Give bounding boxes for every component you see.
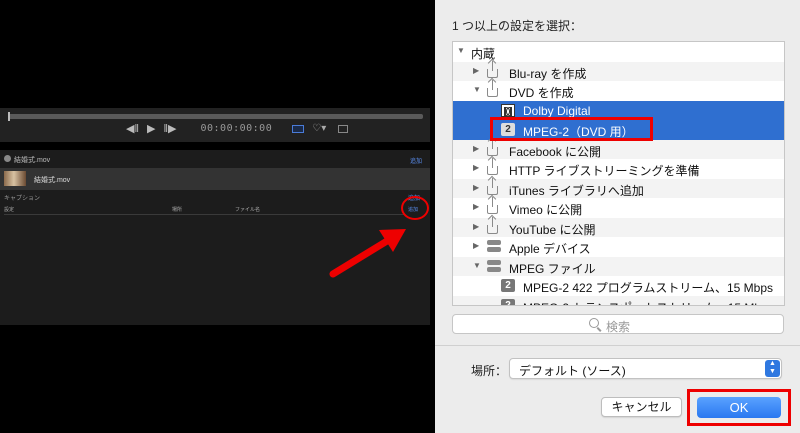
display-icon[interactable] [338,124,349,133]
caption-label: キャプション [4,196,41,202]
disclosure-open-icon[interactable]: ▼ [457,46,465,55]
sheet-title: 1 つ以上の設定を選択： [452,19,583,33]
mpeg2-callout-box [490,117,653,141]
tree-row-label: Apple デバイス [509,242,591,256]
disclosure-open-icon[interactable]: ▼ [473,261,481,270]
tree-row[interactable]: ▶ Apple デバイス [453,237,784,257]
settings-sheet: 1 つ以上の設定を選択： ▼ 内蔵 ▶ Blu-ray を作成 ▼ DVD を作成 Dolb… [435,0,800,433]
search-field[interactable]: 検索 [452,314,784,334]
tree-row-label: iTunes ライブラリへ追加 [509,183,644,198]
column-filename: ファイル名 [235,207,261,213]
transport-controls: ◀‖ ▶ ‖▶ 00:00:00:00 ♡▾ [126,122,349,135]
disclosure-closed-icon[interactable]: ▶ [473,163,479,172]
location-label: 場所： [471,364,508,378]
tree-row[interactable]: 2 MPEG-2 トランスポートストリーム、15 Mbps [453,295,784,306]
compressor-window: ◀‖ ▶ ‖▶ 00:00:00:00 ♡▾ 結婚式.mov 追加 結婚式.mo… [0,0,435,433]
column-settings: 設定 [4,207,15,213]
location-select[interactable]: デフォルト (ソース) ▲ ▼ [509,358,782,379]
favorite-icon[interactable]: ♡▾ [312,123,326,134]
callout-circle [401,196,429,220]
device-icon [487,240,501,252]
tree-row-label: HTTP ライブストリーミングを準備 [509,164,700,178]
location-value: デフォルト (ソース) [519,364,626,378]
tree-row[interactable]: ▶ Facebook に公開 [453,138,784,159]
tree-row[interactable]: ▼ 内蔵 [453,42,784,62]
share-icon [487,177,498,195]
tree-row-label: Blu-ray を作成 [509,66,587,81]
tree-row-label: Dolby Digital [523,103,591,118]
tree-row[interactable]: ▶ Blu-ray を作成 [453,60,784,81]
disclosure-closed-icon[interactable]: ▶ [473,222,479,231]
divider [4,214,404,215]
tree-row[interactable]: ▼ DVD を作成 [453,80,784,101]
tree-row[interactable]: 2 MPEG-2 422 プログラムストリーム、15 Mbps [453,276,784,296]
settings-tree[interactable]: ▼ 内蔵 ▶ Blu-ray を作成 ▼ DVD を作成 Dolby Digital 2 MPE… [452,41,785,306]
disclosure-closed-icon[interactable]: ▶ [473,144,479,153]
disclosure-closed-icon[interactable]: ▶ [473,183,479,192]
play-icon[interactable]: ▶ [147,122,155,135]
number-2-icon: 2 [501,279,515,292]
tree-row[interactable]: ▶ HTTP ライブストリーミングを準備 [453,158,784,179]
disclosure-closed-icon[interactable]: ▶ [473,66,479,75]
search-placeholder: 検索 [606,320,631,334]
job-add-link[interactable]: 追加 [410,156,422,165]
callout-arrow-icon [329,229,406,278]
source-file-name: 結婚式.mov [34,177,71,184]
dolby-icon [501,103,515,117]
next-icon[interactable]: ‖▶ [163,122,176,135]
tree-row-label: MPEG-2 トランスポートストリーム、15 Mbps [523,299,774,306]
disclosure-closed-icon[interactable]: ▶ [473,202,479,211]
tree-row[interactable]: ▶ Vimeo に公開 [453,197,784,218]
timecode: 00:00:00:00 [200,123,273,134]
job-header: 結婚式.mov 追加 [0,152,430,166]
divider [435,345,800,346]
tree-row-label: Vimeo に公開 [509,203,583,217]
video-thumbnail [4,171,26,186]
view-mode-icon[interactable] [292,124,305,133]
column-location: 場所 [172,207,183,213]
timeline-scrubber[interactable] [8,112,423,121]
job-icon [4,155,11,162]
tree-row-label: Facebook に公開 [509,144,602,159]
share-icon [487,216,498,234]
output-columns: 設定 場所 ファイル名 追加 [0,204,430,214]
cancel-button[interactable]: キャンセル [601,397,682,417]
tree-row[interactable]: ▶ YouTube に公開 [453,216,784,237]
disclosure-closed-icon[interactable]: ▶ [473,241,479,250]
share-icon [487,60,498,78]
playhead[interactable] [8,112,10,121]
tree-row-label: YouTube に公開 [509,222,596,237]
share-icon [487,158,498,175]
tree-row-label: DVD を作成 [509,86,574,100]
ok-button[interactable]: OK [697,397,781,418]
tree-row[interactable]: ▶ iTunes ライブラリへ追加 [453,177,784,198]
disclosure-open-icon[interactable]: ▼ [473,85,481,94]
share-icon [487,80,498,97]
job-title: 結婚式.mov [14,157,51,164]
source-file-row[interactable]: 結婚式.mov [0,168,430,190]
viewer-controls: ◀‖ ▶ ‖▶ 00:00:00:00 ♡▾ [0,108,430,142]
tree-row-label: MPEG ファイル [509,261,596,276]
device-icon [487,259,501,272]
tree-row-label: MPEG-2 422 プログラムストリーム、15 Mbps [523,281,774,295]
share-icon [487,138,498,156]
share-icon [487,197,498,214]
tree-row[interactable]: ▼ MPEG ファイル [453,256,784,276]
previous-icon[interactable]: ◀‖ [126,122,139,135]
select-stepper-icon: ▲ ▼ [765,360,780,377]
number-2-icon: 2 [501,298,515,305]
search-icon [589,318,599,328]
